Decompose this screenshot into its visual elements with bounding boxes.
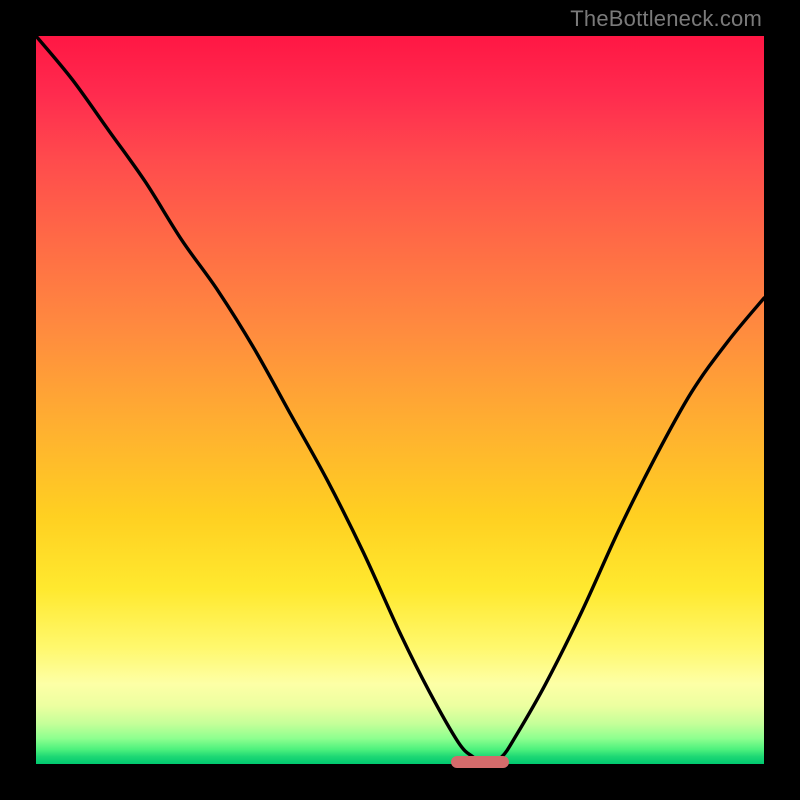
watermark-label: TheBottleneck.com bbox=[570, 6, 762, 32]
bottleneck-curve bbox=[36, 36, 764, 764]
chart-container: TheBottleneck.com bbox=[0, 0, 800, 800]
plot-area bbox=[36, 36, 764, 764]
optimal-range-marker bbox=[451, 756, 509, 768]
